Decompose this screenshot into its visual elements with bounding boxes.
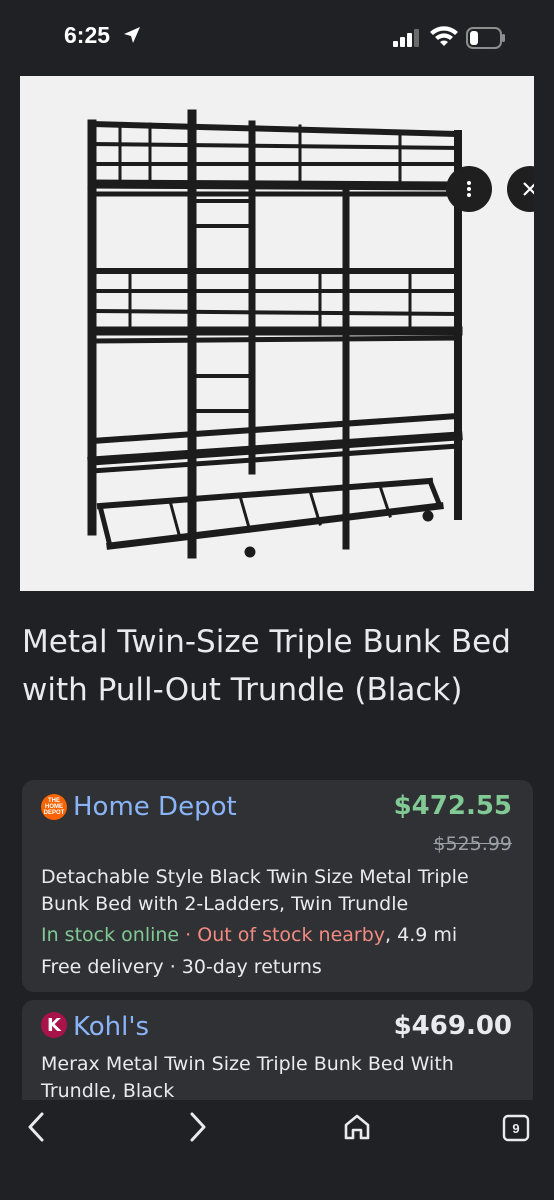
status-time: 6:25 bbox=[64, 22, 111, 48]
product-image[interactable] bbox=[20, 76, 534, 591]
offer-card-kohls[interactable]: K Kohl's $469.00 Merax Metal Twin Size T… bbox=[22, 1000, 533, 1110]
store-distance: , 4.9 mi bbox=[385, 924, 458, 946]
battery-icon bbox=[466, 27, 505, 49]
bunk-bed-image bbox=[87, 109, 463, 559]
original-price: $525.99 bbox=[433, 833, 512, 855]
status-bar: 6:25 bbox=[0, 0, 554, 76]
close-icon bbox=[523, 182, 534, 196]
offer-card-home-depot[interactable]: THE HOME DEPOT Home Depot $472.55 $525.9… bbox=[22, 780, 533, 992]
wifi-icon bbox=[430, 26, 458, 46]
more-vert-icon bbox=[467, 181, 471, 197]
store-name[interactable]: Kohl's bbox=[73, 1012, 149, 1042]
offer-description: Merax Metal Twin Size Triple Bunk Bed Wi… bbox=[41, 1053, 454, 1102]
offer-price: $469.00 bbox=[393, 1011, 512, 1041]
delivery-info: Free delivery · 30-day returns bbox=[41, 956, 322, 978]
stock-status: In stock online · Out of stock nearby, 4… bbox=[41, 924, 457, 946]
separator: · bbox=[179, 924, 198, 946]
more-options-button[interactable] bbox=[446, 166, 492, 212]
home-depot-logo-icon: THE HOME DEPOT bbox=[41, 794, 67, 820]
offer-description: Detachable Style Black Twin Size Metal T… bbox=[41, 866, 469, 915]
out-of-stock-label: Out of stock nearby bbox=[197, 924, 386, 946]
product-title: Metal Twin-Size Triple Bunk Bed with Pul… bbox=[22, 624, 511, 708]
offer-price: $472.55 bbox=[393, 791, 512, 821]
in-stock-label: In stock online bbox=[41, 924, 180, 946]
forward-icon[interactable] bbox=[182, 1110, 212, 1144]
tabs-button[interactable]: 9 bbox=[502, 1114, 530, 1142]
bottom-navigation: 9 bbox=[0, 1100, 554, 1200]
location-arrow-icon bbox=[124, 27, 140, 43]
tab-count: 9 bbox=[512, 1120, 520, 1136]
cellular-signal-icon bbox=[393, 29, 419, 47]
back-icon[interactable] bbox=[22, 1110, 52, 1144]
store-name[interactable]: Home Depot bbox=[73, 792, 237, 822]
home-icon[interactable] bbox=[340, 1110, 374, 1144]
kohls-logo-icon: K bbox=[41, 1012, 67, 1038]
